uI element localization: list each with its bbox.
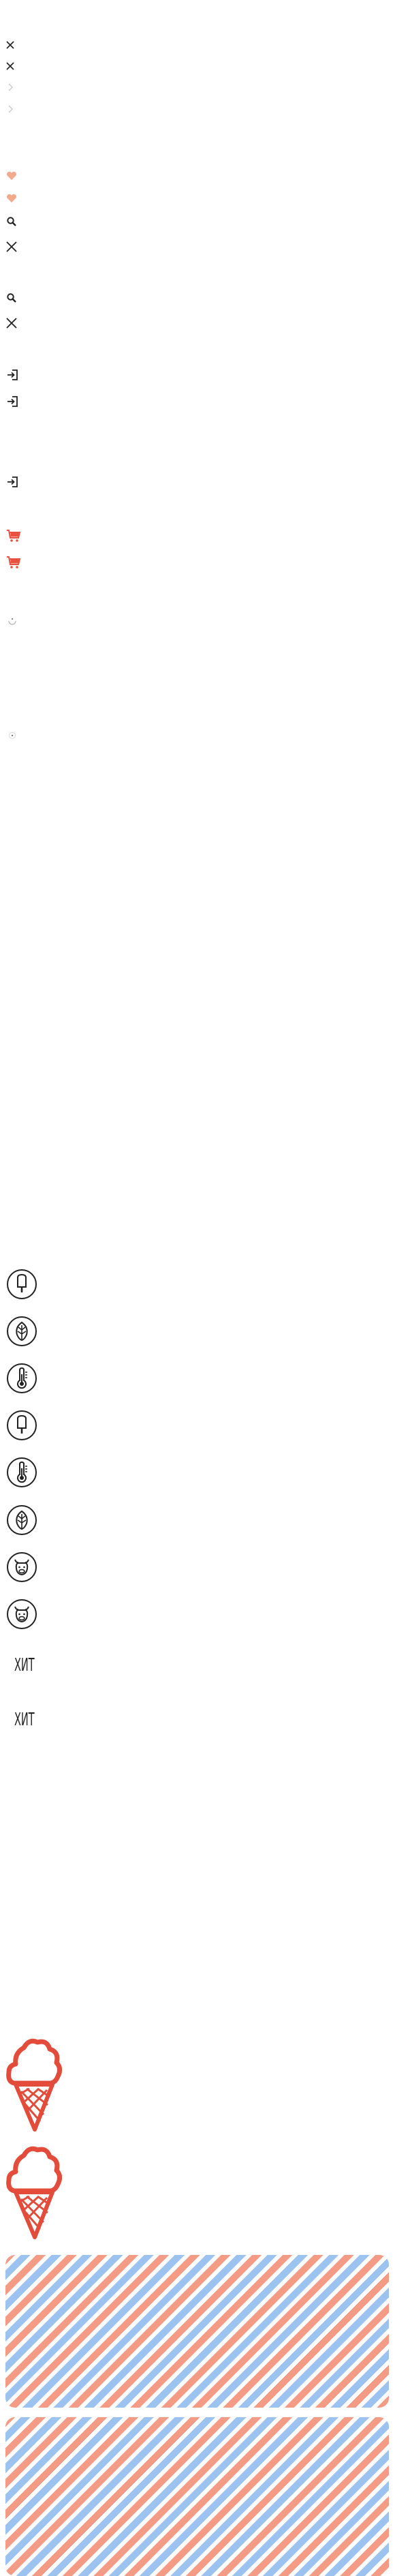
spinner-icon [7,730,17,743]
login-icon[interactable] [6,476,18,491]
striped-background [5,2255,389,2408]
cow-badge-icon [7,1552,37,1582]
cart-icon[interactable] [6,556,21,572]
cow-badge-icon [7,1599,37,1629]
popsicle-badge-icon [7,1269,37,1299]
close-icon[interactable] [5,40,15,52]
ice-cream-cone-icon [6,2034,63,2135]
spinner-icon [7,616,18,629]
chevron-right-icon[interactable] [7,104,14,117]
hit-label: ХИТ [14,1655,35,1676]
login-icon[interactable] [6,369,18,384]
login-icon[interactable] [6,395,18,410]
close-icon[interactable] [5,61,15,74]
leaf-badge-icon [7,1316,37,1346]
search-icon[interactable] [6,216,17,230]
close-icon[interactable] [5,241,18,256]
search-icon[interactable] [6,292,17,306]
thermometer-badge-icon [7,1457,37,1487]
thermometer-badge-icon [7,1363,37,1393]
leaf-badge-icon [7,1505,37,1535]
ice-cream-cone-icon [6,2142,63,2243]
striped-background [5,2417,389,2576]
cart-icon[interactable] [6,529,21,545]
heart-icon[interactable] [6,170,17,183]
heart-icon[interactable] [6,193,17,206]
close-icon[interactable] [5,317,18,332]
hit-label: ХИТ [14,1710,35,1730]
chevron-right-icon[interactable] [7,82,14,95]
popsicle-badge-icon [7,1410,37,1440]
